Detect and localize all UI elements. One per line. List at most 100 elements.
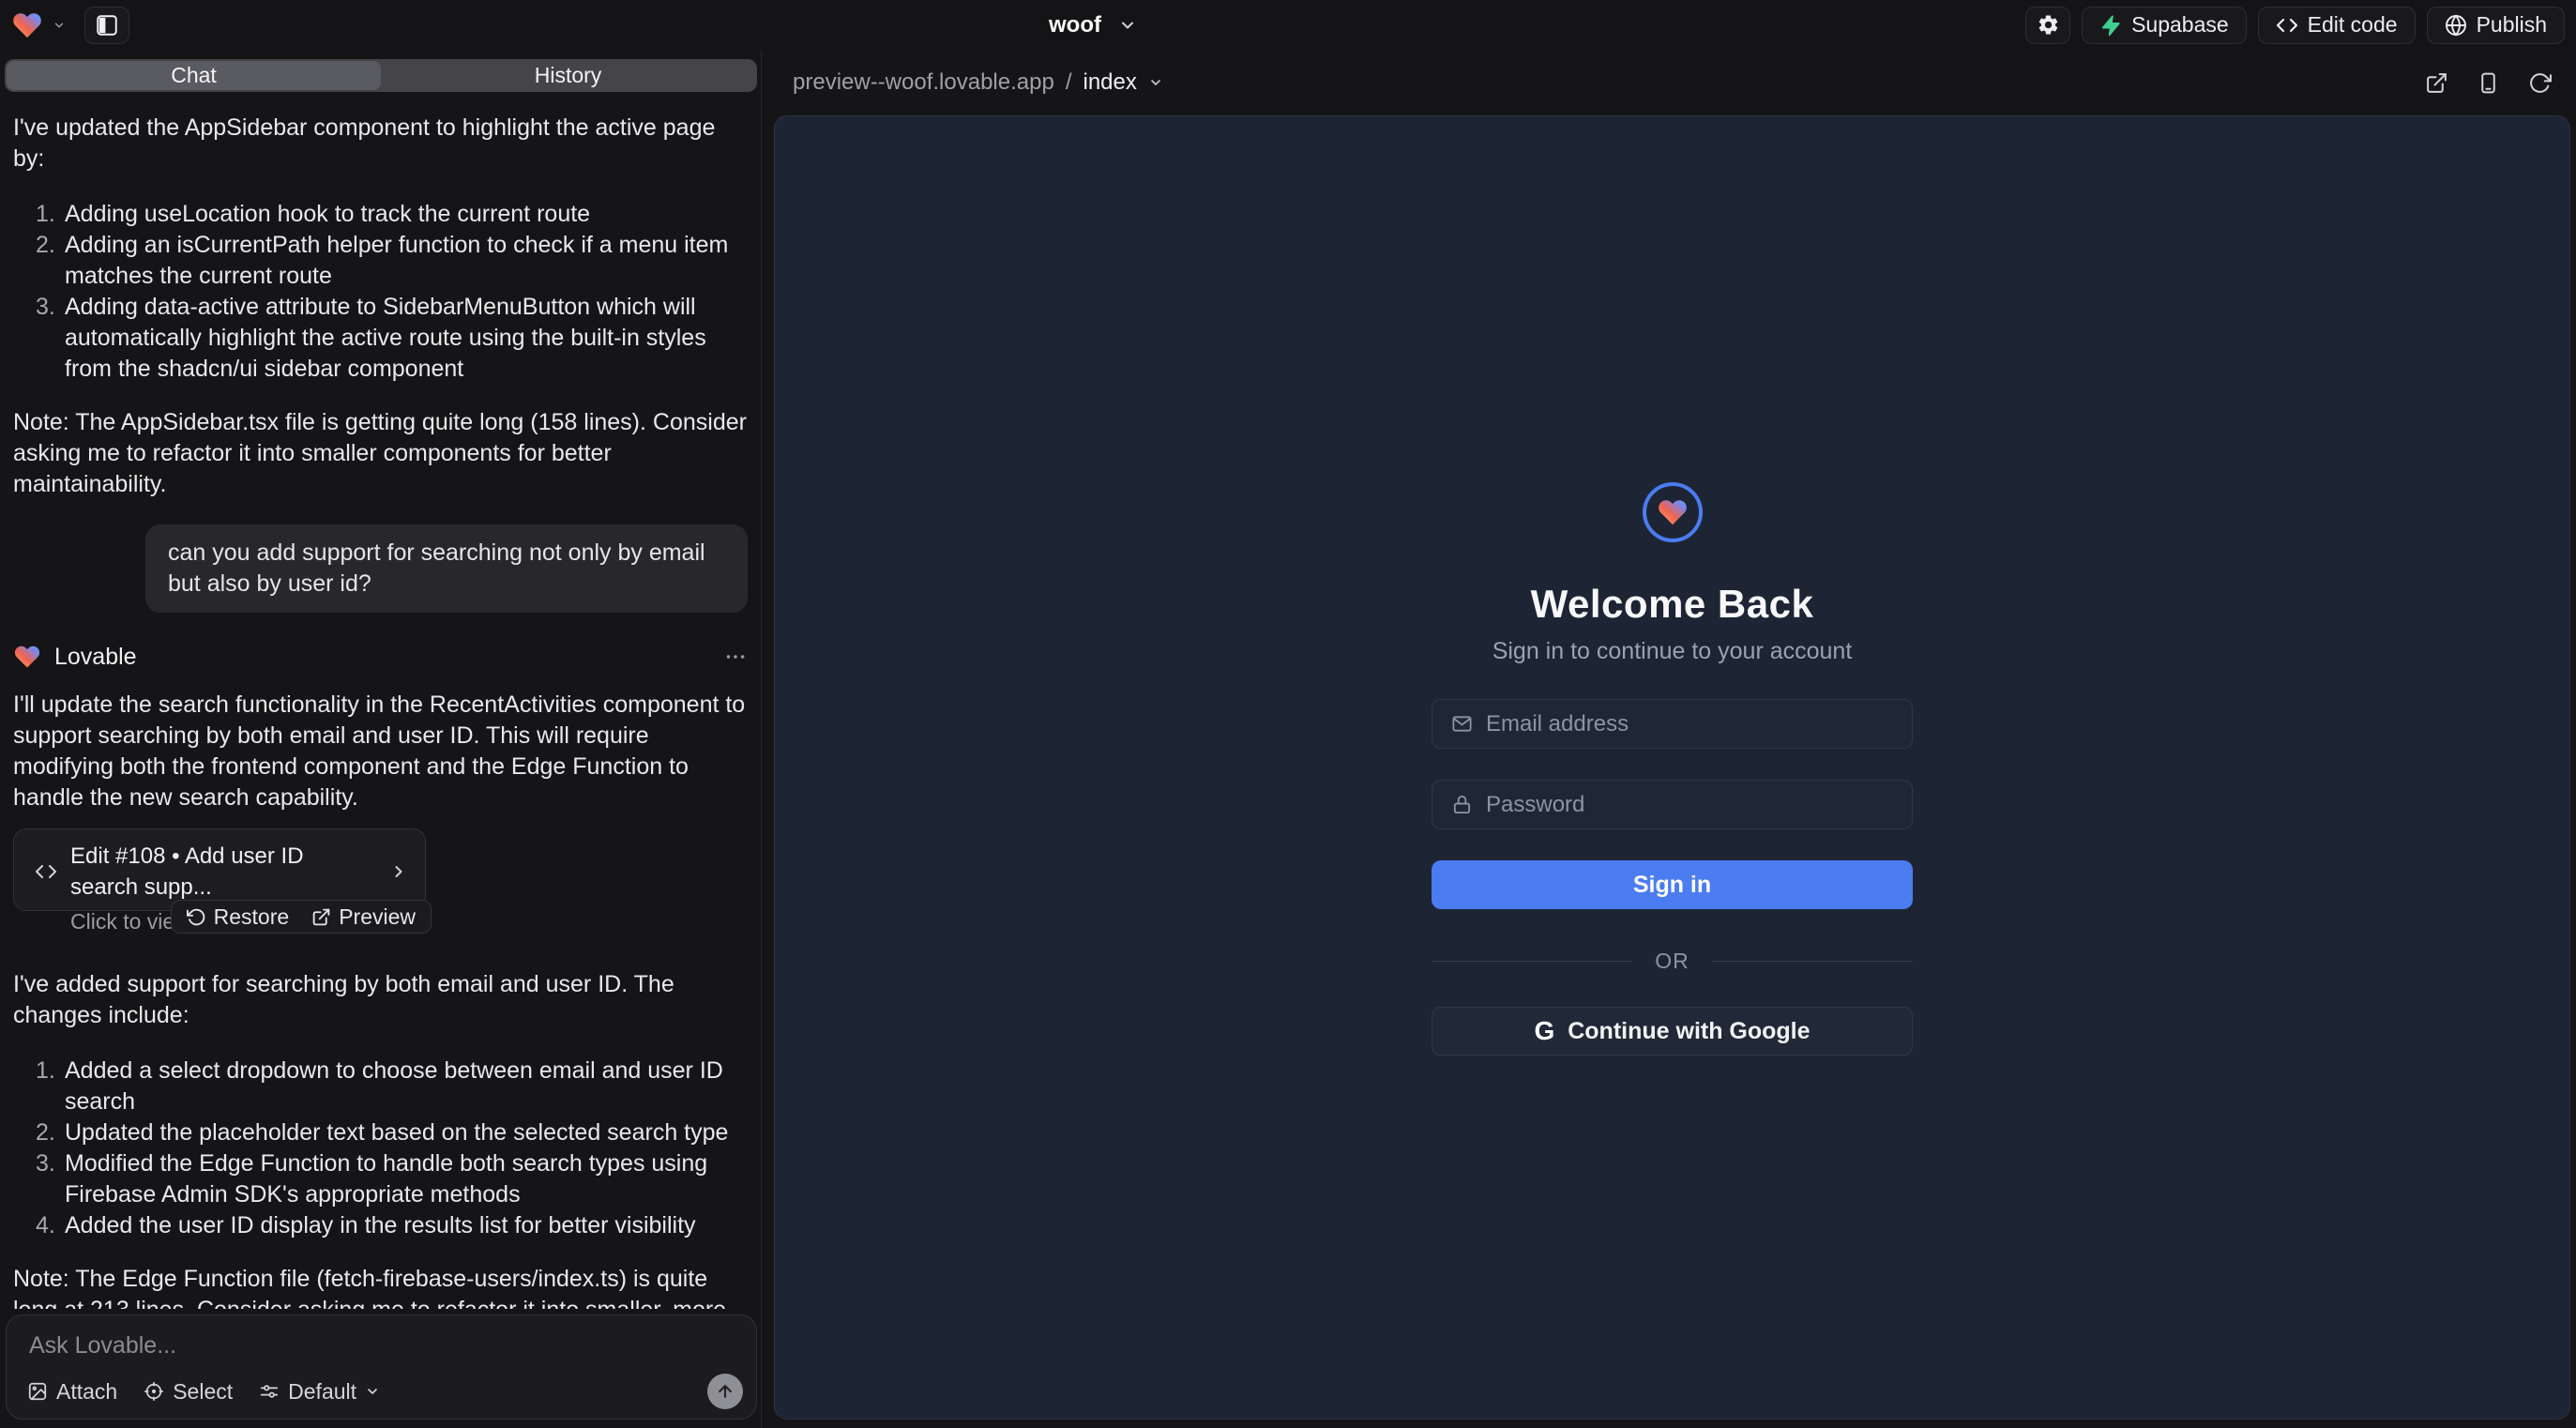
project-name: woof <box>1049 12 1101 38</box>
assistant-paragraph: I've added support for searching by both… <box>13 969 748 1031</box>
continue-with-google-button[interactable]: G Continue with Google <box>1432 1007 1913 1056</box>
assistant-note: Note: The Edge Function file (fetch-fire… <box>13 1264 748 1309</box>
image-plus-icon <box>27 1381 48 1402</box>
assistant-numbered-list: Added a select dropdown to choose betwee… <box>13 1056 748 1241</box>
external-link-icon <box>311 907 331 927</box>
list-item: Adding an isCurrentPath helper function … <box>13 230 748 292</box>
google-label: Continue with Google <box>1568 1018 1810 1045</box>
assistant-numbered-list: Adding useLocation hook to track the cur… <box>13 199 748 385</box>
edit-card-container: Edit #108 • Add user ID search supp... C… <box>13 828 426 911</box>
signin-page: Welcome Back Sign in to continue to your… <box>1432 116 1913 1056</box>
edit-code-button[interactable]: Edit code <box>2258 7 2416 44</box>
supabase-label: Supabase <box>2131 12 2229 38</box>
send-button[interactable] <box>707 1374 743 1409</box>
lock-icon <box>1451 794 1473 815</box>
sign-in-button[interactable]: Sign in <box>1432 860 1913 909</box>
edit-card[interactable]: Edit #108 • Add user ID search supp... C… <box>13 828 426 911</box>
project-title-menu[interactable]: woof <box>1049 0 1137 50</box>
assistant-paragraph: I'll update the search functionality in … <box>13 690 748 813</box>
list-item: Added the user ID display in the results… <box>13 1210 748 1241</box>
assistant-header: Lovable <box>13 641 748 673</box>
composer-toolbar: Attach Select Default <box>27 1374 743 1409</box>
list-item: Updated the placeholder text based on th… <box>13 1117 748 1148</box>
composer-placeholder: Ask Lovable... <box>29 1332 176 1360</box>
lovable-logo-menu[interactable] <box>11 9 66 41</box>
topbar-actions: Supabase Edit code Publish <box>2025 7 2565 44</box>
sliders-icon <box>259 1381 280 1402</box>
publish-label: Publish <box>2477 12 2547 38</box>
chevron-down-icon <box>53 19 66 32</box>
publish-button[interactable]: Publish <box>2427 7 2565 44</box>
edit-card-actions: Restore Preview <box>171 900 432 934</box>
mobile-view-button[interactable] <box>2477 71 2500 95</box>
code-icon <box>35 860 57 883</box>
more-options-button[interactable] <box>723 645 748 669</box>
chat-history-tabbar: Chat History <box>5 59 757 92</box>
chevron-down-icon <box>1118 16 1137 35</box>
preview-page: index <box>1083 69 1136 96</box>
user-message-bubble: can you add support for searching not on… <box>145 524 748 613</box>
chevron-down-icon <box>1148 75 1163 90</box>
preview-button[interactable]: Preview <box>311 902 416 933</box>
password-field[interactable]: Password <box>1432 780 1913 829</box>
restore-icon <box>187 907 206 927</box>
app-logo <box>1643 482 1703 542</box>
password-placeholder: Password <box>1486 792 1584 818</box>
supabase-icon <box>2099 14 2122 37</box>
refresh-icon <box>2528 71 2552 95</box>
attach-button[interactable]: Attach <box>27 1379 117 1405</box>
restore-label: Restore <box>214 902 290 933</box>
code-icon <box>2276 14 2298 37</box>
gear-icon <box>2037 13 2060 37</box>
chat-message-list: I've updated the AppSidebar component to… <box>0 92 761 1309</box>
url-separator: / <box>1066 69 1072 96</box>
select-label: Select <box>173 1379 233 1405</box>
preview-panel: preview--woof.lovable.app / index <box>762 50 2576 1428</box>
refresh-button[interactable] <box>2528 71 2552 95</box>
lovable-heart-icon <box>13 643 41 671</box>
preview-label: Preview <box>339 902 416 933</box>
list-item: Added a select dropdown to choose betwee… <box>13 1056 748 1117</box>
preview-toolbar: preview--woof.lovable.app / index <box>762 50 2576 115</box>
list-item: Adding useLocation hook to track the cur… <box>13 199 748 230</box>
chat-composer[interactable]: Ask Lovable... Attach Select Default <box>6 1314 757 1420</box>
attach-label: Attach <box>56 1379 117 1405</box>
mode-label: Default <box>288 1379 356 1405</box>
assistant-paragraph: I've updated the AppSidebar component to… <box>13 113 748 175</box>
preview-host: preview--woof.lovable.app <box>793 69 1054 96</box>
preview-url-breadcrumb[interactable]: preview--woof.lovable.app / index <box>793 69 1163 96</box>
smartphone-icon <box>2477 71 2500 95</box>
signin-title: Welcome Back <box>1531 582 1814 627</box>
assistant-name: Lovable <box>54 642 137 673</box>
sidebar-toggle-button[interactable] <box>84 7 129 44</box>
tab-history[interactable]: History <box>381 61 755 90</box>
preview-viewport: Welcome Back Sign in to continue to your… <box>774 115 2570 1420</box>
edit-code-label: Edit code <box>2308 12 2398 38</box>
globe-icon <box>2445 14 2467 37</box>
list-item: Adding data-active attribute to SidebarM… <box>13 292 748 385</box>
top-bar: woof Supabase Edit code <box>0 0 2576 50</box>
or-divider: OR <box>1432 949 1913 974</box>
open-in-new-tab-button[interactable] <box>2425 71 2448 95</box>
select-button[interactable]: Select <box>144 1379 233 1405</box>
or-label: OR <box>1655 949 1690 974</box>
tab-chat[interactable]: Chat <box>7 61 381 90</box>
app-window: woof Supabase Edit code <box>0 0 2576 1428</box>
signin-subtitle: Sign in to continue to your account <box>1493 638 1853 665</box>
mode-select-button[interactable]: Default <box>259 1379 380 1405</box>
email-field[interactable]: Email address <box>1432 699 1913 749</box>
email-placeholder: Email address <box>1486 711 1629 737</box>
mail-icon <box>1451 713 1473 735</box>
assistant-note: Note: The AppSidebar.tsx file is getting… <box>13 407 748 500</box>
list-item: Modified the Edge Function to handle bot… <box>13 1148 748 1210</box>
heart-icon <box>1657 496 1689 528</box>
chevron-right-icon <box>389 862 408 881</box>
external-link-icon <box>2425 71 2448 95</box>
lovable-heart-icon <box>11 9 43 41</box>
restore-button[interactable]: Restore <box>187 902 290 933</box>
panel-left-icon <box>95 13 119 38</box>
chevron-down-icon <box>365 1384 380 1399</box>
supabase-button[interactable]: Supabase <box>2082 7 2247 44</box>
arrow-up-icon <box>716 1382 735 1401</box>
settings-button[interactable] <box>2025 7 2070 44</box>
